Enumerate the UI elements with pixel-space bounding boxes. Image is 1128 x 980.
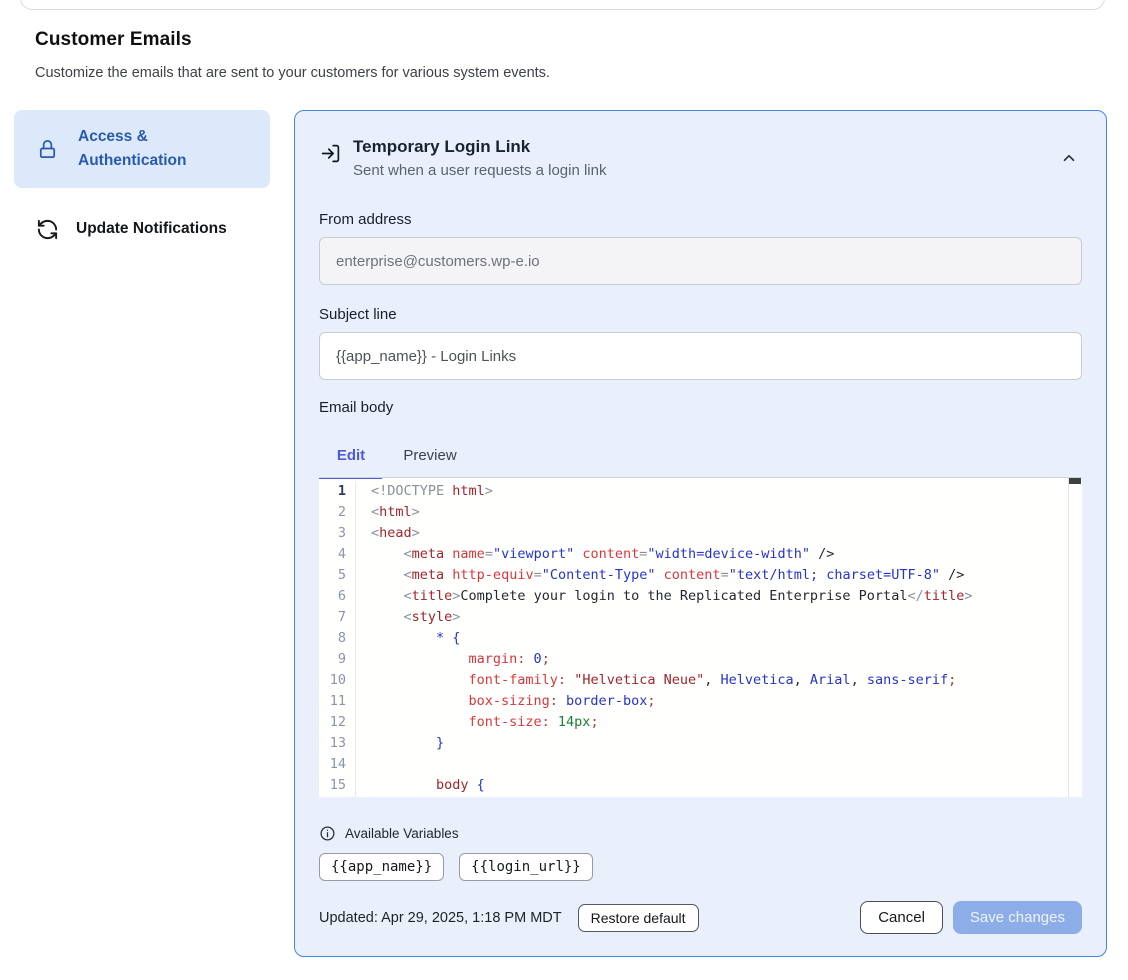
subject-line-input[interactable] xyxy=(319,332,1082,380)
code-line[interactable]: 4<meta name="viewport" content="width=de… xyxy=(319,544,1082,565)
chevron-up-icon xyxy=(1060,149,1078,167)
panel-header: Temporary Login Link Sent when a user re… xyxy=(319,136,1082,181)
subject-line-label: Subject line xyxy=(319,306,1082,323)
line-number: 3 xyxy=(319,523,356,544)
sidebar-item-update-notifications[interactable]: Update Notifications xyxy=(14,205,270,253)
code-line[interactable]: 12font-size: 14px; xyxy=(319,712,1082,733)
line-number: 13 xyxy=(319,733,356,754)
code-line[interactable]: 7<style> xyxy=(319,607,1082,628)
save-changes-button[interactable]: Save changes xyxy=(953,901,1082,934)
panel-footer: Updated: Apr 29, 2025, 1:18 PM MDT Resto… xyxy=(319,901,1082,934)
from-address-input[interactable] xyxy=(319,237,1082,285)
line-number: 10 xyxy=(319,670,356,691)
log-in-icon xyxy=(320,143,341,164)
line-number: 5 xyxy=(319,565,356,586)
line-number: 14 xyxy=(319,754,356,775)
line-number: 11 xyxy=(319,691,356,712)
email-categories-sidebar: Access & Authentication Update Notificat… xyxy=(14,110,270,253)
sidebar-item-access-authentication[interactable]: Access & Authentication xyxy=(14,110,270,188)
page-header: Customer Emails Customize the emails tha… xyxy=(35,29,550,81)
info-icon xyxy=(319,825,336,842)
line-number: 2 xyxy=(319,502,356,523)
code-line[interactable]: 8* { xyxy=(319,628,1082,649)
panel-subtitle: Sent when a user requests a login link xyxy=(353,161,606,181)
code-line[interactable]: 9margin: 0; xyxy=(319,649,1082,670)
line-number: 16 xyxy=(319,796,356,797)
email-body-label: Email body xyxy=(319,399,1082,416)
code-line[interactable]: 16background-color: #f5f8f9; xyxy=(319,796,1082,797)
updated-timestamp: Updated: Apr 29, 2025, 1:18 PM MDT xyxy=(319,910,562,926)
variable-chip-login-url[interactable]: {{login_url}} xyxy=(459,853,593,881)
sidebar-item-label: Access & Authentication xyxy=(78,125,208,173)
editor-scrollbar-track[interactable] xyxy=(1068,478,1082,797)
code-line[interactable]: 1<!DOCTYPE html> xyxy=(319,481,1082,502)
from-address-label: From address xyxy=(319,211,1082,228)
line-number: 7 xyxy=(319,607,356,628)
code-line[interactable]: 13} xyxy=(319,733,1082,754)
page-subtitle: Customize the emails that are sent to yo… xyxy=(35,65,550,81)
cancel-button[interactable]: Cancel xyxy=(860,901,943,934)
editor-tabs: Edit Preview xyxy=(319,433,1082,477)
sidebar-item-label: Update Notifications xyxy=(76,220,227,238)
code-line[interactable]: 14 xyxy=(319,754,1082,775)
variable-chip-app-name[interactable]: {{app_name}} xyxy=(319,853,444,881)
refresh-icon xyxy=(36,218,59,241)
line-number: 8 xyxy=(319,628,356,649)
editor-scrollbar-thumb[interactable] xyxy=(1069,478,1081,484)
code-editor[interactable]: 1<!DOCTYPE html>2<html>3<head>4<meta nam… xyxy=(319,477,1082,797)
page-title: Customer Emails xyxy=(35,29,550,51)
lock-icon xyxy=(36,138,59,161)
available-variables-row: Available Variables xyxy=(319,825,1082,842)
line-number: 1 xyxy=(319,481,356,502)
previous-card-bottom-edge xyxy=(20,0,1105,10)
variable-chips: {{app_name}} {{login_url}} xyxy=(319,853,1082,881)
collapse-button[interactable] xyxy=(1060,149,1078,170)
restore-default-button[interactable]: Restore default xyxy=(578,904,699,932)
code-line[interactable]: 11box-sizing: border-box; xyxy=(319,691,1082,712)
code-line[interactable]: 5<meta http-equiv="Content-Type" content… xyxy=(319,565,1082,586)
code-line[interactable]: 6<title>Complete your login to the Repli… xyxy=(319,586,1082,607)
line-number: 12 xyxy=(319,712,356,733)
code-line[interactable]: 2<html> xyxy=(319,502,1082,523)
active-tab-underline xyxy=(319,477,382,479)
code-line[interactable]: 3<head> xyxy=(319,523,1082,544)
line-number: 6 xyxy=(319,586,356,607)
tab-edit[interactable]: Edit xyxy=(319,433,383,477)
code-area: 1<!DOCTYPE html>2<html>3<head>4<meta nam… xyxy=(319,478,1082,797)
line-number: 4 xyxy=(319,544,356,565)
tab-preview[interactable]: Preview xyxy=(383,433,477,477)
line-number: 9 xyxy=(319,649,356,670)
code-line[interactable]: 10font-family: "Helvetica Neue", Helveti… xyxy=(319,670,1082,691)
code-line[interactable]: 15body { xyxy=(319,775,1082,796)
panel-title: Temporary Login Link xyxy=(353,136,606,158)
line-number: 15 xyxy=(319,775,356,796)
available-variables-label: Available Variables xyxy=(345,826,459,841)
temporary-login-link-panel: Temporary Login Link Sent when a user re… xyxy=(294,110,1107,957)
